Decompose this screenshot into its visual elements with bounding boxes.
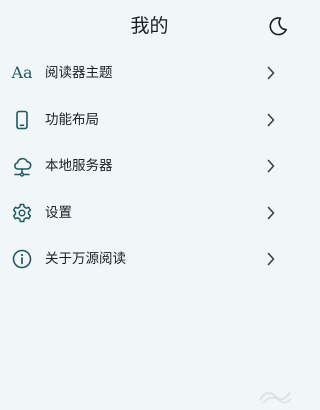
watermark-logo bbox=[259, 391, 292, 404]
menu-item-label: 设置 bbox=[45, 204, 72, 221]
menu-item-about[interactable]: 关于万源阅读 bbox=[0, 236, 299, 283]
menu-item-label: 本地服务器 bbox=[45, 158, 113, 175]
moon-icon[interactable] bbox=[267, 15, 289, 37]
menu-item-reader-theme[interactable]: Aa 阅读器主题 bbox=[0, 50, 299, 97]
menu-item-function-layout[interactable]: 功能布局 bbox=[0, 97, 299, 144]
menu-item-settings[interactable]: 设置 bbox=[0, 190, 299, 237]
menu-item-label: 功能布局 bbox=[45, 111, 99, 128]
gear-icon bbox=[11, 202, 33, 224]
menu-item-local-server[interactable]: 本地服务器 bbox=[0, 143, 299, 190]
chevron-right-icon bbox=[267, 159, 275, 173]
top-bar: 我的 bbox=[0, 0, 299, 52]
chevron-right-icon bbox=[267, 113, 275, 127]
chevron-right-icon bbox=[267, 66, 275, 80]
info-icon bbox=[11, 248, 33, 270]
page-title: 我的 bbox=[130, 15, 169, 37]
settings-menu: Aa 阅读器主题 功能布局 本地服务器 设置 关于万源阅读 bbox=[0, 50, 299, 283]
chevron-right-icon bbox=[267, 252, 275, 266]
phone-icon bbox=[11, 109, 33, 131]
menu-item-label: 阅读器主题 bbox=[45, 65, 113, 82]
chevron-right-icon bbox=[267, 206, 275, 220]
font-aa-icon: Aa bbox=[11, 63, 33, 83]
menu-item-label: 关于万源阅读 bbox=[45, 251, 126, 268]
cloud-network-icon bbox=[11, 155, 33, 177]
